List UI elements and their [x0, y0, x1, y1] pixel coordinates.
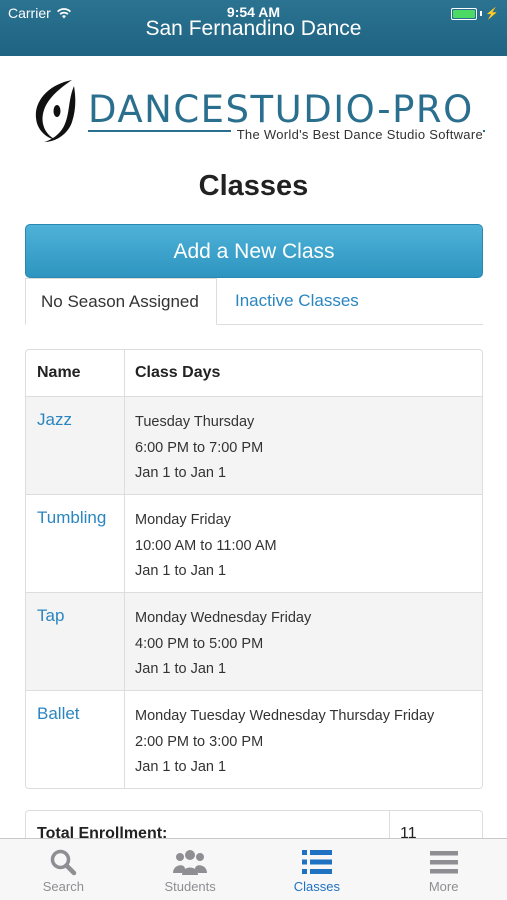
students-icon [127, 847, 254, 877]
tabbar-more-label: More [428, 879, 459, 894]
table-row: Ballet Monday Tuesday Wednesday Thursday… [26, 690, 482, 788]
logo-tagline: The World's Best Dance Studio Software [230, 127, 483, 142]
class-time: 2:00 PM to 3:00 PM [135, 733, 264, 750]
tabbar-more[interactable]: More [380, 839, 507, 900]
tabbar-students-label: Students [164, 879, 216, 894]
class-dates: Jan 1 to Jan 1 [135, 465, 227, 481]
tabbar-students[interactable]: Students [127, 839, 254, 900]
class-days: Monday Tuesday Wednesday Thursday Friday [135, 708, 435, 724]
season-tabs: No Season Assigned Inactive Classes [25, 278, 483, 325]
class-days: Monday Friday [135, 512, 231, 528]
class-days: Monday Wednesday Friday [135, 610, 312, 626]
class-dates: Jan 1 to Jan 1 [135, 759, 227, 775]
table-row: Tumbling Monday Friday 10:00 AM to 11:00… [26, 494, 482, 592]
table-header-row: Name Class Days [26, 350, 482, 396]
list-icon [254, 847, 381, 877]
class-dates: Jan 1 to Jan 1 [135, 563, 227, 579]
tabbar-classes-label: Classes [293, 879, 340, 894]
class-link-tap[interactable]: Tap [37, 606, 64, 625]
table-row: Tap Monday Wednesday Friday 4:00 PM to 5… [26, 592, 482, 690]
add-class-button[interactable]: Add a New Class [25, 224, 483, 278]
menu-icon [380, 847, 507, 877]
tabbar-classes[interactable]: Classes [254, 839, 381, 900]
class-dates: Jan 1 to Jan 1 [135, 661, 227, 677]
class-link-ballet[interactable]: Ballet [37, 704, 80, 723]
class-link-jazz[interactable]: Jazz [37, 410, 72, 429]
table-row: Jazz Tuesday Thursday 6:00 PM to 7:00 PM… [26, 396, 482, 494]
class-days: Tuesday Thursday [135, 414, 255, 430]
navigation-bar: Carrier 9:54 AM ⚡ San Fernandino Dance [0, 0, 507, 56]
class-time: 10:00 AM to 11:00 AM [135, 537, 277, 554]
page-title: Classes [198, 170, 309, 202]
classes-table: Name Class Days Jazz Tuesday Thursday 6:… [25, 349, 483, 789]
tabbar-search-label: Search [42, 879, 84, 894]
column-header-name: Name [26, 350, 125, 396]
tabbar-search[interactable]: Search [0, 839, 127, 900]
bottom-tab-bar: Search Students Classes More [0, 838, 507, 900]
studio-logo: DANCESTUDIO-PRO The World's Best Dance S… [30, 74, 485, 146]
tab-no-season-assigned[interactable]: No Season Assigned [25, 278, 217, 325]
class-link-tumbling[interactable]: Tumbling [37, 508, 106, 527]
class-time: 4:00 PM to 5:00 PM [135, 635, 264, 652]
logo-wordmark: DANCESTUDIO-PRO [88, 88, 474, 131]
dancer-logo-icon [35, 80, 76, 142]
app-title: San Fernandino Dance [145, 17, 362, 40]
tab-inactive-classes[interactable]: Inactive Classes [220, 278, 374, 325]
class-time: 6:00 PM to 7:00 PM [135, 439, 264, 456]
column-header-class-days: Class Days [135, 364, 221, 381]
search-icon [0, 847, 127, 877]
